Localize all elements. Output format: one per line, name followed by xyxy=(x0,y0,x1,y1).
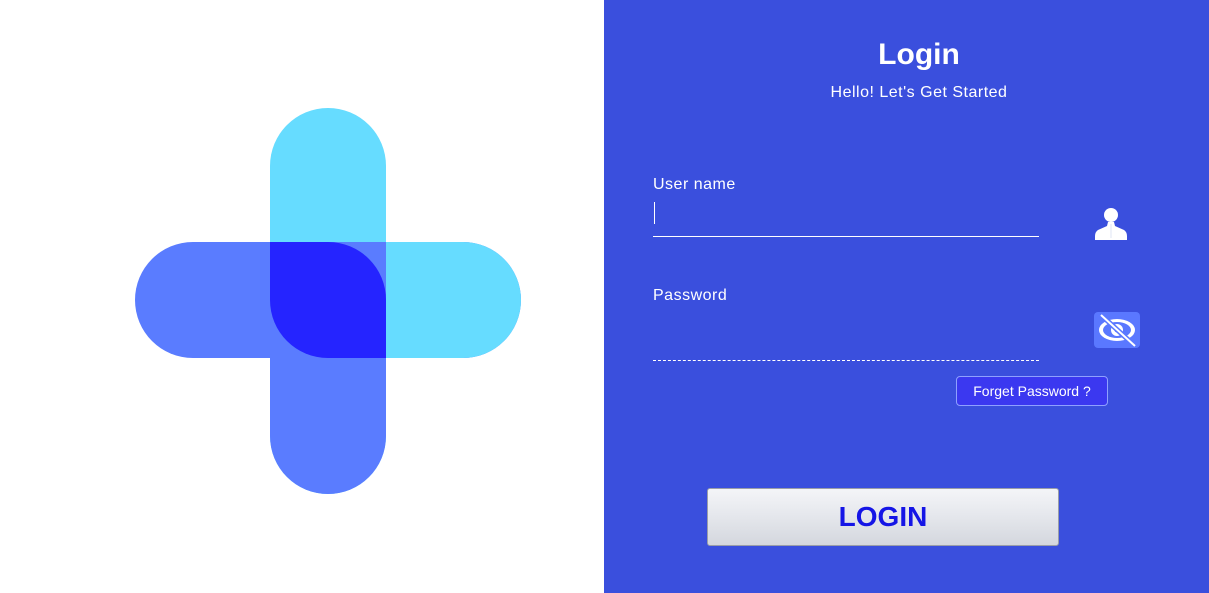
medical-cross-logo xyxy=(135,108,521,494)
password-input[interactable] xyxy=(653,322,1038,352)
eye-slash-icon xyxy=(1099,313,1137,348)
brand-panel xyxy=(0,0,604,593)
text-caret xyxy=(654,202,655,224)
forget-password-button[interactable]: Forget Password ? xyxy=(956,376,1108,406)
password-label: Password xyxy=(653,287,728,304)
page-title: Login xyxy=(878,38,960,71)
username-label: User name xyxy=(653,176,736,193)
username-input[interactable] xyxy=(653,200,1038,230)
password-underline xyxy=(653,360,1039,361)
login-panel: Login Hello! Let's Get Started User name… xyxy=(604,0,1209,593)
page-subtitle: Hello! Let's Get Started xyxy=(830,84,1008,101)
login-button[interactable]: LOGIN xyxy=(707,488,1059,546)
show-password-toggle[interactable] xyxy=(1094,312,1140,348)
user-icon xyxy=(1095,208,1127,240)
username-underline xyxy=(653,236,1039,237)
login-screen: Login Hello! Let's Get Started User name… xyxy=(0,0,1209,593)
